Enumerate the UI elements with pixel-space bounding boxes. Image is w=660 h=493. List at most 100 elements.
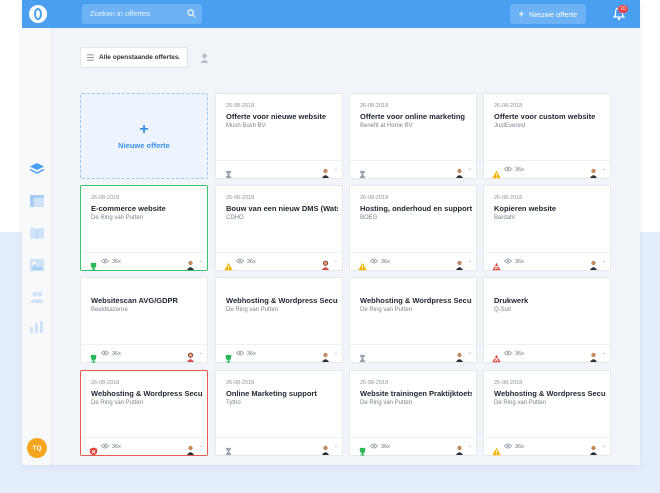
owner-avatar-icon[interactable] [321,165,330,178]
owner-avatar-icon[interactable] [455,257,464,270]
eye-icon [100,258,110,266]
warning-status-icon [492,443,501,456]
view-count-value: 36x [247,259,256,265]
chevron-down-icon[interactable]: ⌄ [468,258,472,264]
view-count: 36x [369,443,390,451]
chevron-down-icon[interactable]: ⌄ [602,350,606,356]
new-offer-label: Nieuwe offerte [529,9,578,19]
view-count-value: 36x [112,351,121,357]
chevron-down-icon[interactable]: ⌄ [468,443,472,449]
image-icon[interactable] [29,258,45,272]
chart-icon[interactable] [29,320,45,334]
view-count-value: 36x [515,259,524,265]
eye-icon [235,350,245,358]
search-input[interactable]: Zoeken in offertes [82,4,202,24]
offer-card[interactable]: Websitescan AVG/GDPR Beeldkazerne 36x ⌄ [80,277,208,363]
offer-title: Online Marketing support [226,389,317,398]
view-count: 36x [503,443,524,451]
offer-card[interactable]: 26-08-2018 Offerte voor online marketing B… [349,93,477,179]
app-logo[interactable] [29,5,47,23]
chevron-down-icon[interactable]: ⌄ [468,166,472,172]
offer-company: Benefit at Home BV [360,123,413,129]
offer-company: CDHO [226,215,244,221]
book-icon[interactable] [29,226,45,240]
owner-avatar-icon[interactable] [321,349,330,362]
chevron-down-icon[interactable]: ⌄ [602,258,606,264]
offer-company: De Ring van Putten [494,400,547,406]
eye-icon [369,258,379,266]
new-offer-card[interactable]: + Nieuwe offerte [80,93,208,179]
chevron-down-icon[interactable]: ⌄ [199,258,203,264]
layout-icon[interactable] [29,194,45,208]
chevron-down-icon[interactable]: ⌄ [602,166,606,172]
view-count: 36x [100,258,121,266]
new-offer-button[interactable]: + Nieuwe offerte [510,4,586,24]
offer-title: E-commerce website [91,204,166,213]
offer-card[interactable]: 26-08-2018 E-commerce website De Ring van … [80,185,208,271]
offer-card-footer: 36x ⌄ [81,437,207,456]
owner-avatar-icon[interactable] [589,442,598,455]
layers-icon[interactable] [29,162,45,176]
owner-avatar-icon[interactable] [455,349,464,362]
offer-card[interactable]: 26-08-2018 Offerte voor nieuwe website Mus… [215,93,343,179]
chevron-down-icon[interactable]: ⌄ [334,258,338,264]
chevron-down-icon[interactable]: ⌄ [199,350,203,356]
offer-title: Webhosting & Wordpress Security [226,296,338,305]
owner-avatar-icon[interactable] [186,442,195,455]
offer-card[interactable]: 26-08-2018 Website trainingen Praktijktoe… [349,370,477,456]
chevron-down-icon[interactable]: ⌄ [334,166,338,172]
offer-date: 26-08-2018 [494,103,523,109]
user-filter-icon[interactable] [200,53,209,63]
owner-avatar-icon[interactable] [321,442,330,455]
chevron-down-icon[interactable]: ⌄ [199,443,203,449]
declined-status-icon [492,258,501,271]
plus-icon: + [518,9,525,19]
chevron-down-icon[interactable]: ⌄ [334,350,338,356]
chevron-down-icon[interactable]: ⌄ [334,443,338,449]
rejected-status-icon [89,443,98,456]
owner-avatar-icon[interactable] [589,165,598,178]
warning-status-icon [492,166,501,179]
offer-title: Webhosting & Wordpress Security [91,389,203,398]
offer-card[interactable]: 26-08-2018 Offerte voor custom website Jus… [483,93,611,179]
warning-status-icon [224,258,233,271]
eye-icon [503,350,513,358]
offer-card[interactable]: Webhosting & Wordpress Security De Ring v… [215,277,343,363]
offer-title: Offerte voor nieuwe website [226,112,327,121]
offer-card[interactable]: 26-08-2018 Webhosting & Wordpress Securit… [483,370,611,456]
offer-card-footer: 36x ⌄ [484,252,610,271]
offer-filter-select[interactable]: Alle openstaande offertes ⌄ [80,47,188,68]
owner-avatar-icon[interactable] [455,165,464,178]
offer-card-footer: ⌄ [216,160,342,179]
offer-card[interactable]: 26-08-2018 Online Marketing support Tytho ⌄ [215,370,343,456]
owner-avatar-icon[interactable] [589,257,598,270]
offer-card-footer: 36x ⌄ [81,252,207,271]
pending-status-icon [224,166,233,179]
offer-company: Bardahl [494,215,515,221]
owner-avatar-icon[interactable] [186,257,195,270]
owner-avatar-icon[interactable] [589,349,598,362]
top-bar: Zoeken in offertes + Nieuwe offerte 10 [22,0,640,28]
view-count-value: 36x [515,167,524,173]
offer-date: 26-08-2018 [226,195,255,201]
offer-card[interactable]: 26-08-2018 Bouw van een nieuw DMS (Watson… [215,185,343,271]
pending-status-icon [358,350,367,363]
won-status-icon [89,350,98,363]
offer-date: 26-08-2018 [360,380,389,386]
owner-avatar-icon[interactable] [321,257,330,270]
offer-title: Website trainingen Praktijktoets [360,389,472,398]
user-avatar[interactable]: TQ [27,438,47,458]
offer-card-footer: 36x ⌄ [81,344,207,363]
offer-card-footer: 36x ⌄ [484,160,610,179]
owner-avatar-icon[interactable] [455,442,464,455]
owner-avatar-icon[interactable] [186,349,195,362]
offer-card[interactable]: 26-08-2018 Webhosting & Wordpress Securit… [80,370,208,456]
offer-card[interactable]: Webhosting & Wordpress Security De Ring v… [349,277,477,363]
offer-card[interactable]: Drukwerk Q-Suit 36x ⌄ [483,277,611,363]
view-count: 36x [503,166,524,174]
users-icon[interactable] [29,290,45,304]
offer-card[interactable]: 26-08-2018 Hosting, onderhoud en support B… [349,185,477,271]
chevron-down-icon[interactable]: ⌄ [468,350,472,356]
offer-card[interactable]: 26-08-2018 Kopieren website Bardahl 36x ⌄ [483,185,611,271]
chevron-down-icon[interactable]: ⌄ [602,443,606,449]
